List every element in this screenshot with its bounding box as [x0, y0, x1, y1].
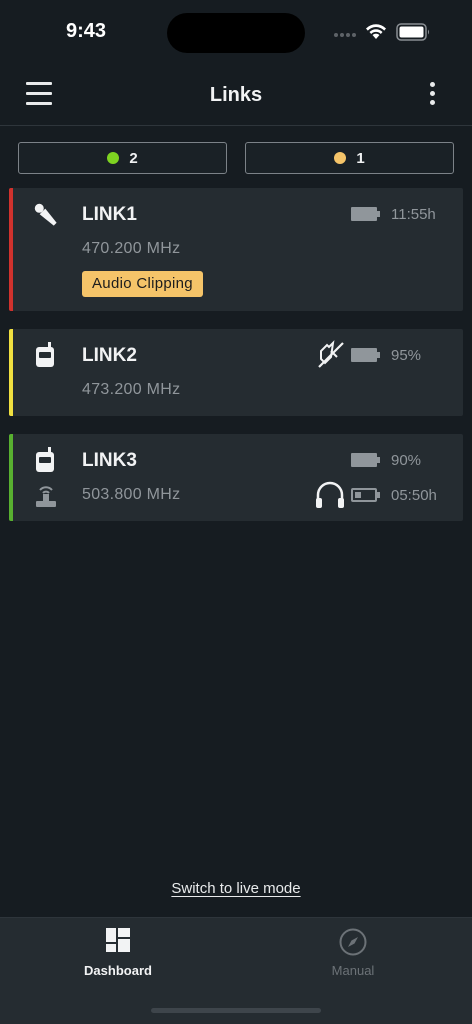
more-vertical-icon[interactable] — [424, 82, 440, 108]
tab-dashboard[interactable]: Dashboard — [38, 928, 198, 988]
battery-icon — [351, 207, 380, 221]
battery-percentage: 90% — [391, 452, 422, 469]
link-name: LINK2 — [82, 345, 137, 366]
compass-icon — [339, 928, 367, 956]
app-header: Links — [0, 64, 472, 126]
battery-percentage: 95% — [391, 347, 422, 364]
link-name: LINK1 — [82, 204, 137, 225]
dynamic-island — [167, 13, 305, 53]
link-card-link2[interactable]: LINK2 473.200 MHz 95% — [9, 329, 463, 416]
wifi-icon — [366, 24, 386, 39]
handheld-microphone-icon — [34, 203, 57, 226]
filter-ok-count: 2 — [129, 149, 138, 167]
yellow-status-dot-icon — [334, 152, 347, 164]
link-frequency: 503.800 MHz — [82, 486, 181, 503]
dashboard-grid-icon — [106, 928, 130, 952]
status-bar-yellow — [9, 329, 13, 416]
alert-badge: Audio Clipping — [82, 271, 203, 297]
filter-ok-button[interactable]: 2 — [18, 142, 227, 174]
tab-label: Dashboard — [84, 963, 152, 978]
headphone-battery-runtime: 05:50h — [391, 487, 437, 504]
link-frequency: 470.200 MHz — [82, 240, 181, 257]
battery-runtime: 11:55h — [391, 206, 436, 223]
filter-warning-count: 1 — [356, 149, 365, 167]
bodypack-transmitter-icon — [36, 342, 54, 367]
status-bar-green — [9, 434, 13, 521]
tab-manual[interactable]: Manual — [273, 928, 433, 988]
live-mode-link-text: Switch to live mode — [171, 880, 301, 897]
switch-live-mode-link[interactable]: Switch to live mode — [0, 880, 472, 897]
battery-icon — [351, 348, 380, 362]
wireless-receiver-icon — [36, 486, 56, 507]
battery-icon — [396, 23, 429, 41]
battery-icon — [351, 453, 380, 467]
muted-microphone-icon — [318, 340, 344, 368]
page-title: Links — [209, 84, 263, 106]
home-indicator — [151, 1008, 321, 1013]
headphones-icon — [316, 481, 344, 508]
status-time: 9:43 — [66, 20, 107, 42]
status-bar: 9:43 — [0, 0, 472, 64]
filter-warning-button[interactable]: 1 — [245, 142, 454, 174]
battery-icon — [351, 488, 380, 502]
status-bar-red — [9, 188, 13, 311]
bodypack-transmitter-icon — [36, 447, 54, 472]
link-name: LINK3 — [82, 450, 137, 471]
green-status-dot-icon — [107, 152, 120, 164]
status-filters: 2 1 — [18, 142, 454, 174]
link-card-link3[interactable]: LINK3 503.800 MHz 90% 05:50h — [9, 434, 463, 521]
link-frequency: 473.200 MHz — [82, 381, 181, 398]
signal-icon — [334, 33, 356, 37]
tab-label: Manual — [331, 963, 375, 978]
link-card-link1[interactable]: LINK1 470.200 MHz 11:55h Audio Clipping — [9, 188, 463, 311]
